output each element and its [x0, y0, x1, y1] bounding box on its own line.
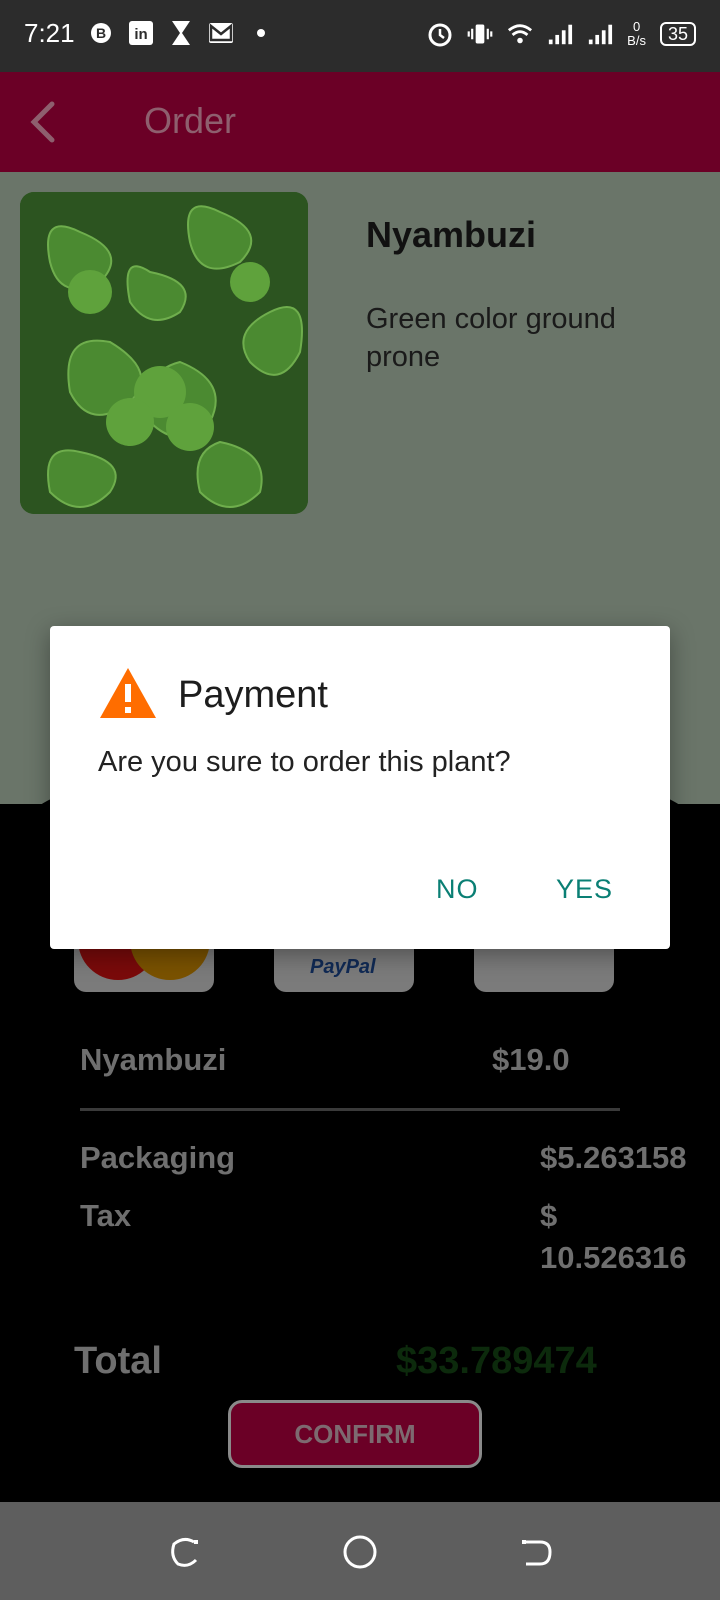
warning-icon [98, 666, 158, 720]
tax-value: 10.526316 [540, 1240, 687, 1275]
linkedin-icon: in [128, 20, 154, 46]
dot-icon [248, 20, 274, 46]
paypal-label: PayPal [310, 956, 376, 978]
total-value: $33.789474 [396, 1340, 597, 1382]
yes-button[interactable]: YES [556, 874, 613, 905]
system-icons: 0 B/s 35 [427, 20, 696, 48]
hourglass-icon [168, 20, 194, 46]
app-bar: Order [0, 72, 720, 172]
payment-dialog: Payment Are you sure to order this plant… [50, 626, 670, 949]
navigation-bar [0, 1502, 720, 1600]
dialog-message: Are you sure to order this plant? [98, 746, 511, 778]
vibrate-icon [467, 21, 493, 47]
svg-text:in: in [134, 26, 147, 43]
no-button[interactable]: NO [436, 874, 479, 905]
network-speed-value: 0 [632, 19, 641, 34]
battery-indicator: 35 [659, 22, 696, 46]
notification-icons: B in [88, 20, 274, 46]
tax-label: Tax [80, 1198, 132, 1233]
back-arrow-icon[interactable] [24, 98, 64, 146]
product-name: Nyambuzi [366, 214, 537, 255]
network-speed-unit: B/s [627, 33, 646, 48]
gmail-icon [208, 20, 234, 46]
status-bar: 7:21 B in 0 B/s 35 [0, 0, 720, 72]
item-price: $19.0 [492, 1042, 570, 1077]
tax-currency: $ [540, 1198, 558, 1233]
alarm-icon [427, 21, 453, 47]
recent-apps-icon[interactable] [164, 1532, 204, 1572]
packaging-value: $5.263158 [540, 1140, 687, 1175]
network-speed: 0 B/s [627, 20, 646, 48]
b-coin-icon: B [88, 20, 114, 46]
dialog-title: Payment [178, 674, 328, 716]
back-nav-icon[interactable] [516, 1532, 556, 1572]
product-image [20, 192, 308, 514]
item-name: Nyambuzi [80, 1042, 227, 1077]
page-title: Order [144, 100, 237, 141]
signal-icon [547, 21, 573, 47]
signal-icon [587, 21, 613, 47]
home-icon[interactable] [340, 1532, 380, 1572]
divider [80, 1108, 620, 1111]
product-description: Green color ground prone [366, 303, 616, 373]
status-time: 7:21 [24, 18, 75, 48]
confirm-button[interactable]: CONFIRM [228, 1400, 482, 1468]
svg-text:B: B [96, 25, 106, 41]
total-label: Total [74, 1340, 162, 1382]
packaging-label: Packaging [80, 1140, 236, 1175]
wifi-icon [507, 21, 533, 47]
